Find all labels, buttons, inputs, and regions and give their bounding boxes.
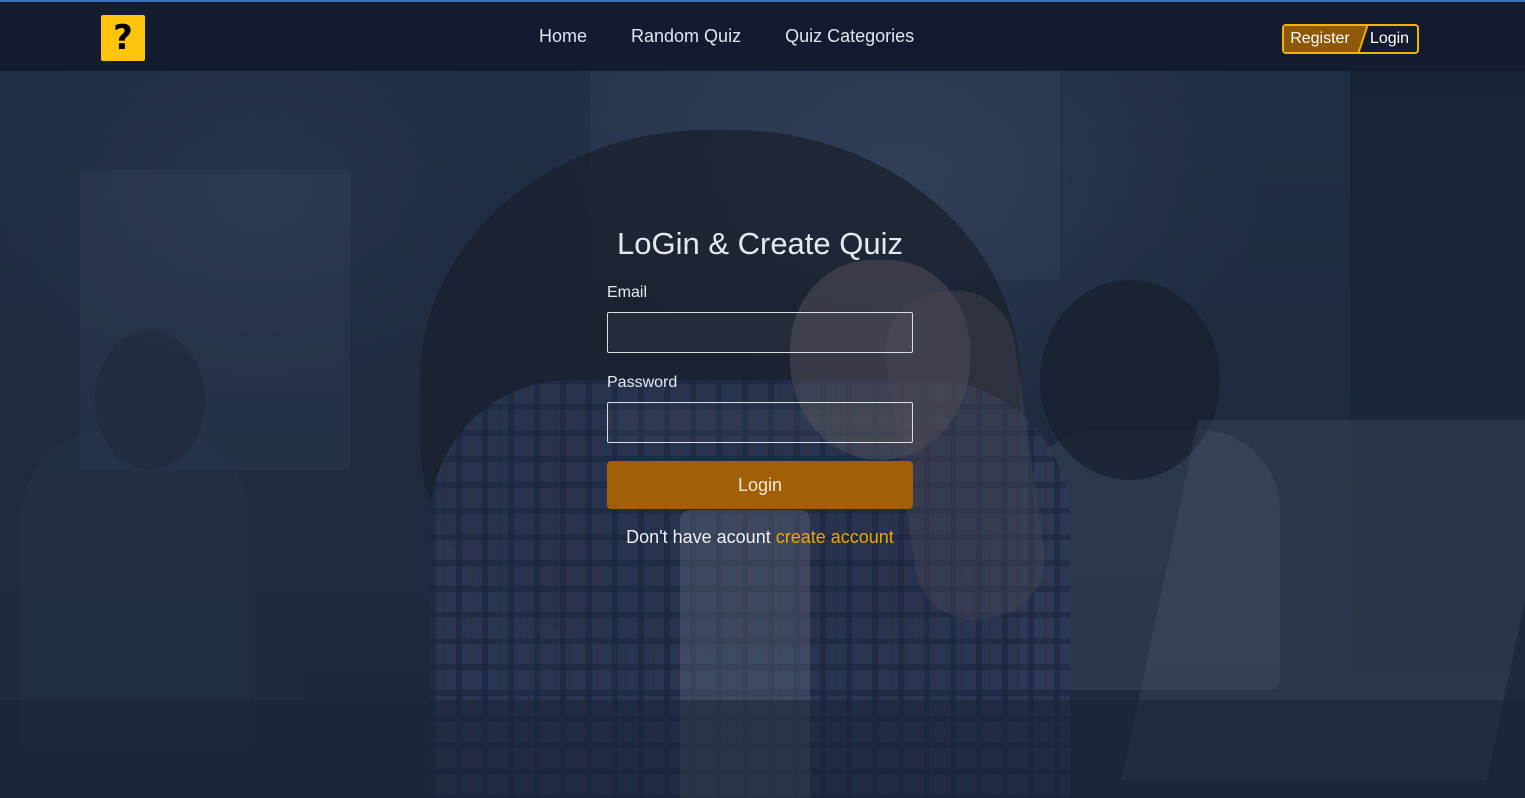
signup-prompt-text: Don't have acount	[626, 527, 771, 547]
login-submit-button[interactable]: Login	[607, 461, 913, 509]
nav-links: Home Random Quiz Quiz Categories	[539, 26, 914, 47]
form-title: LoGin & Create Quiz	[616, 226, 904, 261]
password-input[interactable]	[607, 402, 913, 443]
password-label: Password	[607, 374, 678, 391]
question-mark-icon: ?	[113, 18, 133, 58]
email-input[interactable]	[607, 312, 913, 353]
signup-prompt-line: Don't have acount create account	[607, 527, 913, 548]
create-account-link[interactable]: create account	[776, 527, 894, 547]
login-nav-button-label: Login	[1369, 30, 1410, 47]
register-button[interactable]: Register	[1284, 26, 1356, 52]
top-navbar: ? Home Random Quiz Quiz Categories Regis…	[0, 0, 1525, 71]
auth-button-group: Register Login	[1282, 24, 1419, 54]
hero-dark-overlay	[0, 0, 1525, 798]
nav-link-home[interactable]: Home	[539, 26, 587, 47]
email-label: Email	[607, 284, 648, 301]
nav-link-quiz-categories[interactable]: Quiz Categories	[785, 26, 914, 47]
site-logo[interactable]: ?	[101, 15, 145, 61]
nav-link-random-quiz[interactable]: Random Quiz	[631, 26, 741, 47]
register-button-label: Register	[1290, 30, 1350, 47]
